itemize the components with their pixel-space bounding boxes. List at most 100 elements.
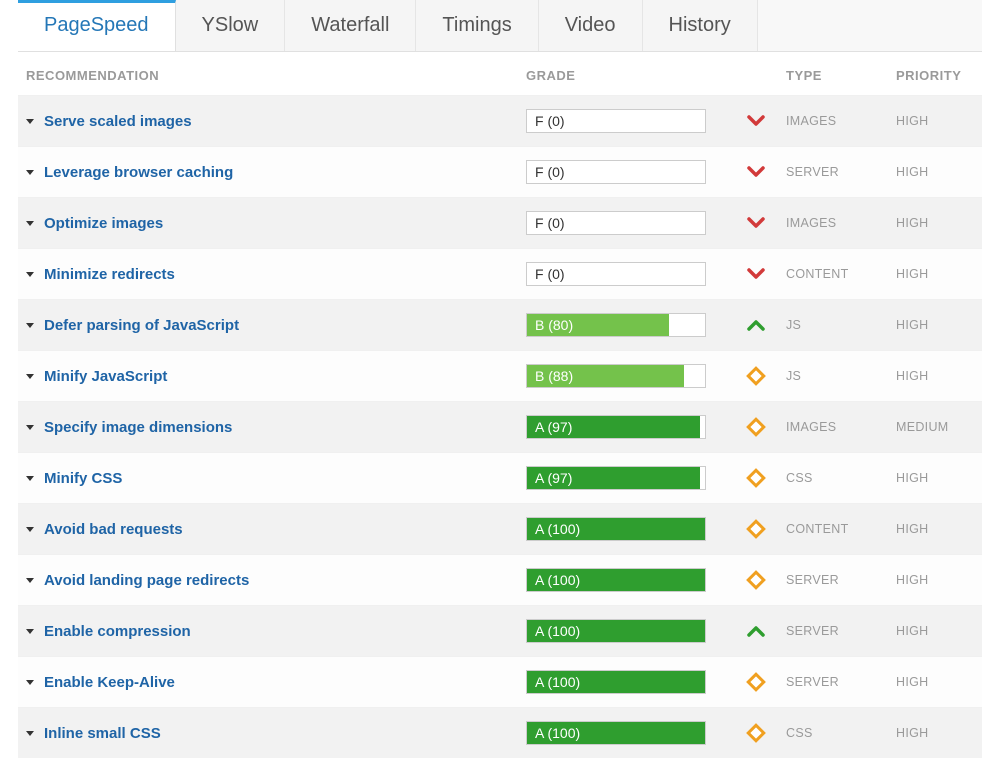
expand-caret-icon[interactable] xyxy=(26,170,34,175)
priority-cell: HIGH xyxy=(896,624,1000,638)
table-row[interactable]: Defer parsing of JavaScriptB (80)JSHIGH xyxy=(18,299,982,350)
expand-caret-icon[interactable] xyxy=(26,119,34,124)
type-cell: CSS xyxy=(786,726,896,740)
recommendation-link[interactable]: Minify CSS xyxy=(44,470,122,487)
grade-text: F (0) xyxy=(535,266,565,282)
recommendation-link[interactable]: Specify image dimensions xyxy=(44,419,232,436)
chevron-down-icon xyxy=(747,115,765,127)
grade-text: A (100) xyxy=(535,623,580,639)
tab-history[interactable]: History xyxy=(643,0,758,51)
recommendation-cell: Minify CSS xyxy=(26,470,526,487)
grade-bar-wrap: B (88) xyxy=(526,364,706,388)
recommendation-cell: Serve scaled images xyxy=(26,113,526,130)
trend-icon-cell xyxy=(726,726,786,740)
recommendation-cell: Minify JavaScript xyxy=(26,368,526,385)
grade-cell: A (100) xyxy=(526,517,726,541)
recommendation-link[interactable]: Enable Keep-Alive xyxy=(44,674,175,691)
diamond-icon xyxy=(746,570,766,590)
grade-bar-fill: A (100) xyxy=(527,722,705,744)
grade-cell: F (0) xyxy=(526,160,726,184)
priority-cell: HIGH xyxy=(896,165,1000,179)
table-row[interactable]: Optimize imagesF (0)IMAGESHIGH xyxy=(18,197,982,248)
expand-caret-icon[interactable] xyxy=(26,527,34,532)
recommendation-link[interactable]: Avoid landing page redirects xyxy=(44,572,249,589)
grade-cell: F (0) xyxy=(526,109,726,133)
priority-cell: HIGH xyxy=(896,573,1000,587)
table-row[interactable]: Inline small CSSA (100)CSSHIGH xyxy=(18,707,982,758)
recommendation-link[interactable]: Optimize images xyxy=(44,215,163,232)
recommendation-cell: Leverage browser caching xyxy=(26,164,526,181)
type-cell: SERVER xyxy=(786,165,896,179)
type-cell: CONTENT xyxy=(786,522,896,536)
recommendation-cell: Specify image dimensions xyxy=(26,419,526,436)
tab-video[interactable]: Video xyxy=(539,0,643,51)
recommendation-link[interactable]: Defer parsing of JavaScript xyxy=(44,317,239,334)
trend-icon-cell xyxy=(726,166,786,178)
tab-timings[interactable]: Timings xyxy=(416,0,538,51)
recommendation-link[interactable]: Serve scaled images xyxy=(44,113,192,130)
recommendation-link[interactable]: Enable compression xyxy=(44,623,191,640)
table-row[interactable]: Enable Keep-AliveA (100)SERVERHIGH xyxy=(18,656,982,707)
table-row[interactable]: Minify CSSA (97)CSSHIGH xyxy=(18,452,982,503)
grade-bar-fill: B (88) xyxy=(527,365,684,387)
priority-cell: HIGH xyxy=(896,471,1000,485)
expand-caret-icon[interactable] xyxy=(26,476,34,481)
priority-cell: HIGH xyxy=(896,726,1000,740)
trend-icon-cell xyxy=(726,420,786,434)
expand-caret-icon[interactable] xyxy=(26,680,34,685)
table-row[interactable]: Leverage browser cachingF (0)SERVERHIGH xyxy=(18,146,982,197)
grade-bar-fill: A (97) xyxy=(527,416,700,438)
grade-text: F (0) xyxy=(535,164,565,180)
chevron-down-icon xyxy=(747,166,765,178)
header-grade: GRADE xyxy=(526,68,726,83)
expand-caret-icon[interactable] xyxy=(26,323,34,328)
recommendation-link[interactable]: Avoid bad requests xyxy=(44,521,183,538)
expand-caret-icon[interactable] xyxy=(26,425,34,430)
recommendation-cell: Enable compression xyxy=(26,623,526,640)
expand-caret-icon[interactable] xyxy=(26,221,34,226)
recommendation-link[interactable]: Leverage browser caching xyxy=(44,164,233,181)
table-row[interactable]: Avoid landing page redirectsA (100)SERVE… xyxy=(18,554,982,605)
table-row[interactable]: Enable compressionA (100)SERVERHIGH xyxy=(18,605,982,656)
type-cell: IMAGES xyxy=(786,420,896,434)
chevron-down-icon xyxy=(747,268,765,280)
grade-cell: A (100) xyxy=(526,568,726,592)
table-row[interactable]: Serve scaled imagesF (0)IMAGESHIGH xyxy=(18,95,982,146)
recommendation-cell: Avoid bad requests xyxy=(26,521,526,538)
tabs: PageSpeedYSlowWaterfallTimingsVideoHisto… xyxy=(18,0,982,52)
expand-caret-icon[interactable] xyxy=(26,578,34,583)
trend-icon-cell xyxy=(726,115,786,127)
expand-caret-icon[interactable] xyxy=(26,731,34,736)
trend-icon-cell xyxy=(726,319,786,331)
grade-text: F (0) xyxy=(535,215,565,231)
header-row: RECOMMENDATION GRADE TYPE PRIORITY xyxy=(18,52,982,95)
table-row[interactable]: Minimize redirectsF (0)CONTENTHIGH xyxy=(18,248,982,299)
expand-caret-icon[interactable] xyxy=(26,629,34,634)
grade-text: A (97) xyxy=(535,419,572,435)
grade-cell: F (0) xyxy=(526,211,726,235)
trend-icon-cell xyxy=(726,522,786,536)
table-row[interactable]: Avoid bad requestsA (100)CONTENTHIGH xyxy=(18,503,982,554)
tab-waterfall[interactable]: Waterfall xyxy=(285,0,416,51)
grade-bar-wrap: F (0) xyxy=(526,262,706,286)
expand-caret-icon[interactable] xyxy=(26,374,34,379)
rows-container: Serve scaled imagesF (0)IMAGESHIGHLevera… xyxy=(18,95,982,758)
tab-pagespeed[interactable]: PageSpeed xyxy=(18,0,176,51)
expand-caret-icon[interactable] xyxy=(26,272,34,277)
tab-yslow[interactable]: YSlow xyxy=(176,0,286,51)
grade-cell: A (100) xyxy=(526,721,726,745)
table-row[interactable]: Minify JavaScriptB (88)JSHIGH xyxy=(18,350,982,401)
diamond-icon xyxy=(746,519,766,539)
priority-cell: MEDIUM xyxy=(896,420,1000,434)
table-row[interactable]: Specify image dimensionsA (97)IMAGESMEDI… xyxy=(18,401,982,452)
recommendation-link[interactable]: Minimize redirects xyxy=(44,266,175,283)
recommendation-link[interactable]: Minify JavaScript xyxy=(44,368,167,385)
grade-cell: B (80) xyxy=(526,313,726,337)
grade-bar-wrap: A (97) xyxy=(526,466,706,490)
recommendation-link[interactable]: Inline small CSS xyxy=(44,725,161,742)
grade-bar-wrap: A (100) xyxy=(526,721,706,745)
header-type: TYPE xyxy=(786,68,896,83)
grade-bar-fill: A (97) xyxy=(527,467,700,489)
type-cell: SERVER xyxy=(786,675,896,689)
diamond-icon xyxy=(746,723,766,743)
